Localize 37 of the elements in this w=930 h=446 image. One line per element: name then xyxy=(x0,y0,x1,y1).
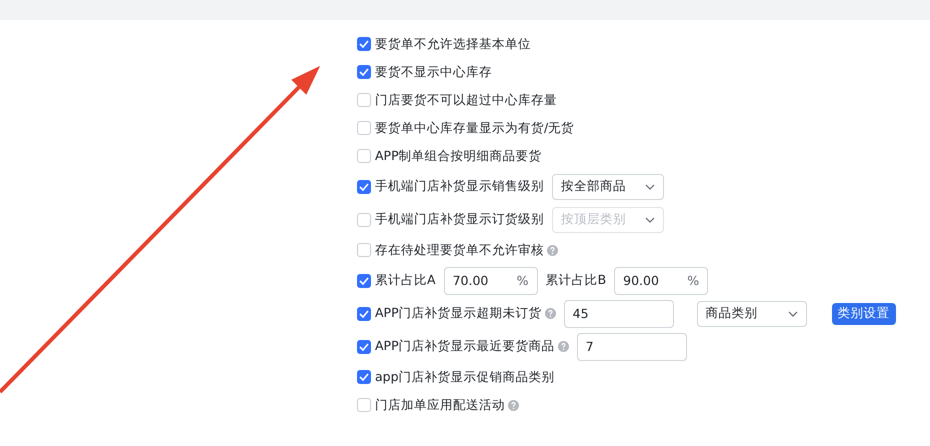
input-field[interactable]: 7 xyxy=(576,332,687,360)
option-label: 手机端门店补货显示销售级别 xyxy=(375,178,544,195)
checkbox[interactable] xyxy=(357,370,371,384)
option-label: app门店补货显示促销商品类别 xyxy=(375,368,555,386)
checkbox[interactable] xyxy=(357,149,371,163)
checkbox[interactable] xyxy=(357,306,371,320)
input-field[interactable]: 70.00 % xyxy=(444,266,538,294)
dropdown[interactable]: 商品类别 xyxy=(696,300,807,326)
chevron-down-icon xyxy=(645,184,655,190)
checkbox[interactable] xyxy=(357,121,371,135)
input-field[interactable]: 45 xyxy=(564,300,674,328)
option-label: 要货单不允许选择基本单位 xyxy=(375,36,531,52)
option-label: 要货不显示中心库存 xyxy=(375,64,492,80)
checkbox[interactable] xyxy=(357,340,371,354)
chevron-down-icon xyxy=(645,216,655,222)
checkbox[interactable] xyxy=(357,212,371,226)
option-label: APP门店补货显示最近要货商品 xyxy=(375,338,555,355)
checkbox[interactable] xyxy=(357,274,371,288)
option-label: 累计占比A xyxy=(375,272,436,289)
checkbox[interactable] xyxy=(357,65,371,79)
checkbox[interactable] xyxy=(357,243,371,257)
option-label: APP门店补货显示超期未订货 xyxy=(375,305,542,322)
option-label: 累计占比B xyxy=(546,272,606,289)
option-label: 要货单中心库存量显示为有货/无货 xyxy=(375,120,574,136)
option-label: 存在待处理要货单不允许审核 xyxy=(375,242,544,258)
option-label: 门店要货不可以超过中心库存量 xyxy=(375,92,557,108)
chevron-down-icon xyxy=(788,310,798,316)
input-field[interactable]: 90.00 % xyxy=(614,266,708,294)
checkbox[interactable] xyxy=(357,37,371,51)
dropdown[interactable]: 按全部商品 xyxy=(552,174,664,200)
checkbox[interactable] xyxy=(357,398,371,412)
option-label: 门店加单应用配送活动 xyxy=(375,396,505,414)
checkbox[interactable] xyxy=(357,93,371,107)
option-label: APP制单组合按明细商品要货 xyxy=(375,148,542,164)
option-label: 手机端门店补货显示订货级别 xyxy=(375,211,544,228)
checkbox[interactable] xyxy=(357,180,371,194)
category-settings-button[interactable]: 类别设置 xyxy=(832,302,896,324)
